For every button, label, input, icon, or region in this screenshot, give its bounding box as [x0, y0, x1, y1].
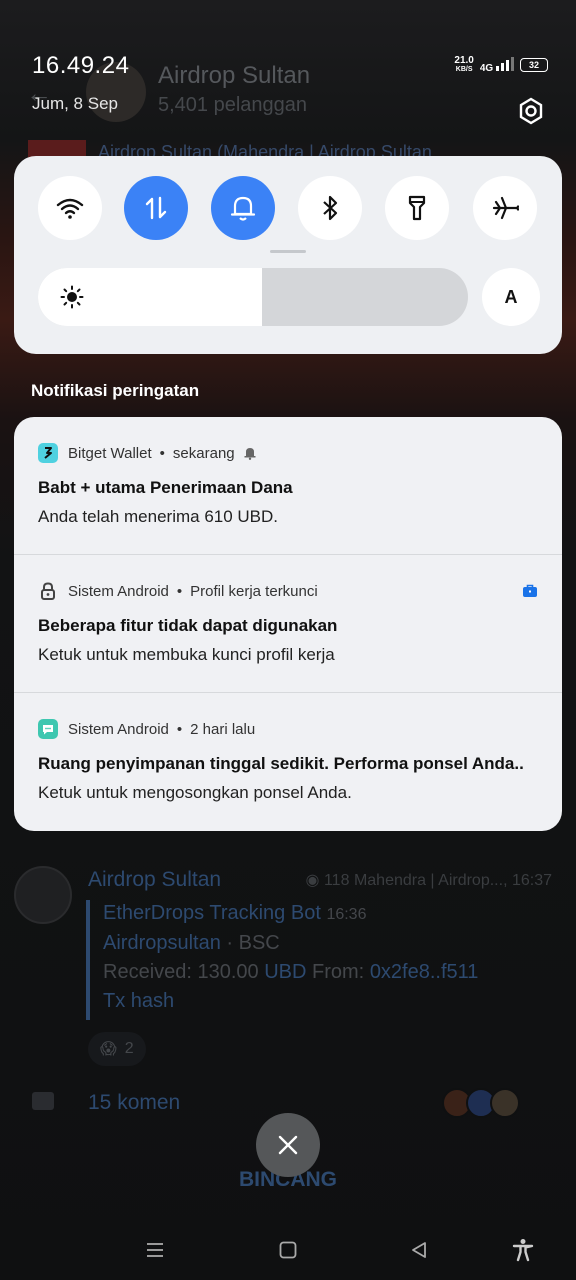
tx-hash-link: Tx hash — [103, 990, 175, 1012]
comments-icon — [32, 1092, 54, 1110]
post-line-3: Tx hash — [103, 990, 174, 1013]
quote-bar — [86, 900, 90, 1020]
from-label: From: — [306, 961, 370, 983]
notification-title: Babt + utama Penerimaan Dana — [38, 478, 293, 497]
panel-handle[interactable] — [270, 250, 306, 253]
reaction-chip: 😱 2 — [88, 1032, 146, 1066]
post-line-1: Airdropsultan · BSC — [103, 932, 280, 955]
separator-dot: • — [176, 582, 183, 600]
accessibility-button[interactable] — [509, 1236, 537, 1264]
notification-time: 2 hari lalu — [190, 720, 256, 738]
notification-body: Ketuk untuk membuka kunci profil kerja — [38, 645, 335, 664]
notification-app-name: Sistem Android — [68, 720, 169, 738]
airplane-icon — [492, 196, 519, 220]
bot-line: EtherDrops Tracking Bot 16:36 — [103, 902, 366, 925]
channel-subtitle: 5,401 pelanggan — [158, 94, 308, 116]
notification-body: Anda telah menerima 610 UBD. — [38, 507, 279, 526]
notification-app-name: Bitget Wallet — [68, 444, 152, 462]
notification-group: Bitget Wallet • sekarang Babt + utama Pe… — [14, 417, 562, 831]
reaction-count: 2 — [124, 1040, 134, 1057]
recents-button[interactable] — [141, 1236, 169, 1264]
battery-level: 32 — [528, 60, 539, 70]
address-link: 0x2fe8..f511 — [369, 961, 479, 983]
close-icon — [278, 1135, 298, 1155]
bitget-wallet-icon — [38, 443, 58, 463]
notification-title: Ruang penyimpanan tinggal sedikit. Perfo… — [38, 754, 524, 773]
work-briefcase-icon — [523, 584, 537, 597]
notification-subtext: Profil kerja terkunci — [190, 582, 318, 600]
sound-toggle[interactable] — [211, 176, 275, 240]
lock-icon — [38, 581, 58, 601]
network-speed: 21.0 KB/S — [454, 56, 473, 74]
wifi-icon — [56, 198, 84, 219]
post-link: Airdropsultan — [103, 932, 221, 954]
post-time: Mahendra | Airdrop..., 16:37 — [353, 872, 552, 889]
quick-settings-panel: A — [14, 156, 562, 354]
signal-icon: 4G — [479, 56, 514, 74]
status-icons: 21.0 KB/S 4G 32 — [454, 56, 548, 74]
navigation-bar — [0, 1218, 576, 1280]
back-triangle-icon — [412, 1242, 426, 1258]
notification-header: Bitget Wallet • sekarang — [38, 441, 538, 465]
menu-lines-icon — [147, 1243, 163, 1257]
back-button[interactable] — [405, 1236, 433, 1264]
settings-gear-icon[interactable] — [516, 96, 546, 126]
notification-title: Beberapa fitur tidak dapat digunakan — [38, 616, 338, 635]
bell-icon — [230, 196, 256, 221]
battery-icon: 32 — [520, 58, 548, 72]
clock: 16.49.24 — [32, 52, 130, 79]
post-author: Airdrop Sultan — [88, 868, 222, 891]
notification-bitget[interactable]: Bitget Wallet • sekarang Babt + utama Pe… — [14, 417, 562, 555]
separator-dot: • — [159, 444, 165, 462]
channel-title: Airdrop Sultan — [158, 62, 311, 89]
wifi-toggle[interactable] — [38, 176, 102, 240]
network-speed-value: 21.0 — [454, 55, 474, 66]
home-square-icon — [279, 1241, 297, 1259]
accessibility-icon — [512, 1239, 534, 1262]
bluetooth-icon — [323, 195, 338, 221]
notification-body: Ketuk untuk mengosongkan ponsel Anda. — [38, 783, 352, 802]
date: Jum, 8 Sep — [32, 94, 118, 113]
brightness-slider[interactable] — [38, 268, 468, 326]
bell-small-icon — [244, 448, 256, 460]
notification-header: Sistem Android • 2 hari lalu — [38, 717, 538, 741]
flashlight-toggle[interactable] — [385, 176, 449, 240]
separator-dot: • — [176, 720, 183, 738]
mobile-data-icon — [145, 196, 167, 220]
comments-link: 15 komen — [88, 1091, 181, 1114]
post-avatar — [14, 866, 72, 924]
eye-icon: ◉ — [305, 872, 320, 889]
bot-time: 16:36 — [326, 906, 367, 923]
flashlight-icon — [408, 195, 426, 221]
scream-emoji-icon: 😱 — [100, 1041, 117, 1058]
notification-work-profile[interactable]: Sistem Android • Profil kerja terkunci B… — [14, 555, 562, 693]
token-link: UBD — [264, 961, 307, 983]
comment-avatars — [442, 1088, 520, 1118]
bot-name: EtherDrops Tracking Bot — [103, 902, 321, 924]
airplane-mode-toggle[interactable] — [473, 176, 537, 240]
auto-brightness-button[interactable]: A — [482, 268, 540, 326]
mobile-data-toggle[interactable] — [124, 176, 188, 240]
notification-header: Sistem Android • Profil kerja terkunci — [38, 579, 538, 603]
post-meta: ◉ 118 Mahendra | Airdrop..., 16:37 — [306, 870, 552, 890]
system-message-icon — [38, 719, 58, 739]
post-views: 118 — [323, 872, 350, 889]
notification-time: sekarang — [172, 444, 235, 462]
bluetooth-toggle[interactable] — [298, 176, 362, 240]
clear-all-button[interactable] — [256, 1113, 320, 1177]
notifications-section-title: Notifikasi peringatan — [31, 381, 200, 400]
network-speed-unit: KB/S — [455, 66, 473, 73]
post-line-2: Received: 130.00 UBD From: 0x2fe8..f511 — [103, 961, 478, 984]
post-chain: · BSC — [220, 932, 280, 954]
notification-app-name: Sistem Android — [68, 582, 169, 600]
home-button[interactable] — [274, 1236, 302, 1264]
received-label: Received: 130.00 — [103, 961, 265, 983]
notification-storage[interactable]: Sistem Android • 2 hari lalu Ruang penyi… — [14, 693, 562, 831]
commenter-avatar — [490, 1088, 520, 1118]
signal-label: 4G — [479, 62, 494, 74]
brightness-sun-icon — [60, 285, 84, 309]
